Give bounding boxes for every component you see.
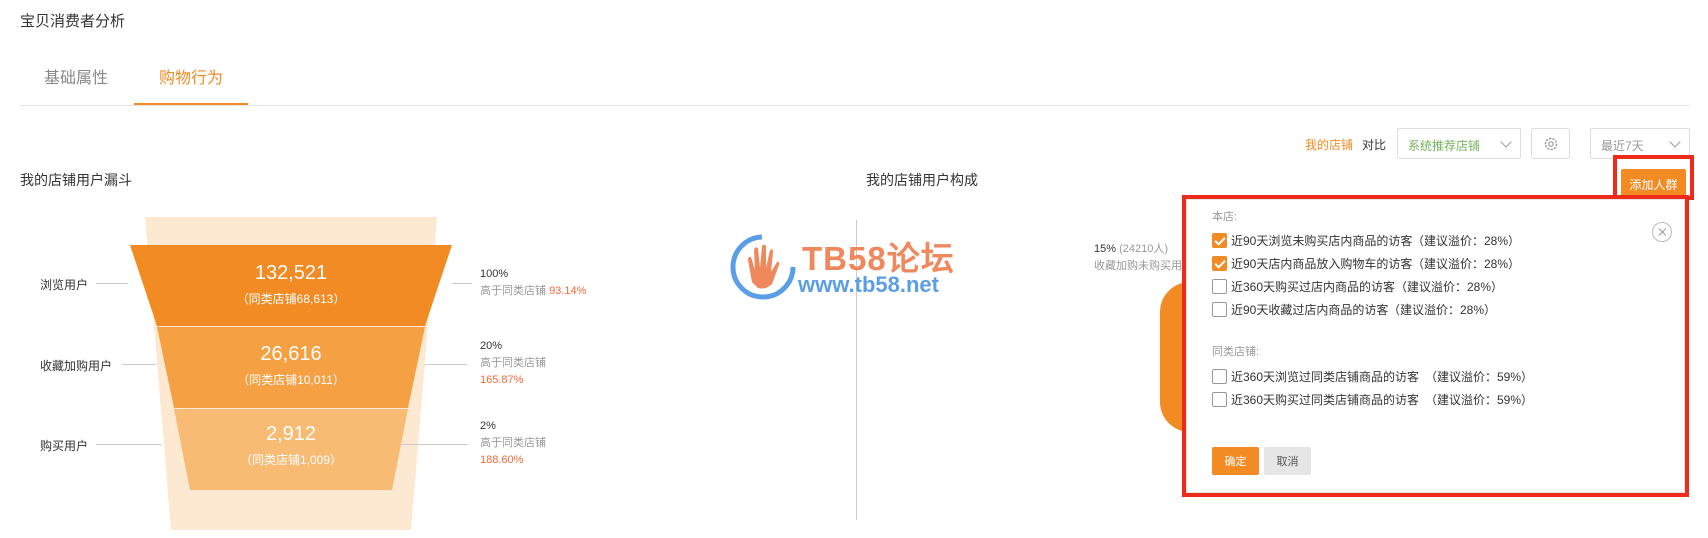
compare-vs-label: 对比 [1362,138,1387,152]
hand-logo-icon [730,234,796,300]
option-label: 近360天购买过同类店铺商品的访客 [1231,392,1420,407]
stage-purchase-connector [96,444,162,445]
gear-icon [1544,137,1557,150]
checkbox[interactable] [1212,391,1227,407]
composition-stat-pct: 15% [1094,243,1117,255]
checkbox[interactable] [1212,301,1227,317]
checkbox[interactable] [1212,232,1227,248]
funnel-stage-browse [130,245,452,326]
option-premium: （建议溢价：28%） [1395,280,1504,294]
metric-purchase-rate: 2% [480,420,496,432]
watermark: TB58论坛 www.tb58.net [728,232,988,302]
metric-collect-rate: 20% [480,340,503,352]
composition-axis-line [856,220,857,520]
metric-collect-connector [425,364,467,365]
composition-stat-label: 收藏加购未购买用 [1094,260,1182,272]
settings-button[interactable] [1531,128,1570,159]
composition-stat: 15% (24210人) 收藏加购未购买用 [1094,241,1182,275]
period-select[interactable]: 最近7天 [1590,128,1690,159]
metric-collect: 20% 高于同类店铺 165.87% [480,338,546,389]
chevron-down-icon [1669,136,1681,148]
option-label: 近360天浏览过同类店铺商品的访客 [1231,369,1420,384]
metric-browse-connector [452,283,472,284]
active-tab-indicator [134,103,248,105]
option-premium: （建议溢价：28%） [1412,234,1521,248]
tab-basic-attributes[interactable]: 基础属性 [44,64,108,88]
metric-purchase: 2% 高于同类店铺 188.60% [480,418,546,469]
add-audience-popup: 本店: 近90天浏览未购买店内商品的访客 （建议溢价：28%） 近90天店内商品… [1186,199,1685,493]
own-store-heading: 本店: [1212,211,1238,223]
option-premium: （建议溢价：59%） [1425,370,1534,384]
stage-browse-label: 浏览用户 [40,278,89,292]
stage-collect-value: 26,616 [260,343,322,365]
stage-browse-peer: （同类店铺68,613） [236,292,346,306]
metric-purchase-connector [400,444,468,445]
chevron-down-icon [1500,136,1512,148]
checkbox[interactable] [1212,255,1227,271]
option-premium: （建议溢价：28%） [1388,303,1497,317]
tab-shopping-behavior[interactable]: 购物行为 [159,64,223,88]
option-label: 近360天购买过店内商品的访客 [1231,279,1396,294]
own-store-option[interactable]: 近90天浏览未购买店内商品的访客 [1212,232,1412,248]
confirm-button[interactable]: 确定 [1212,447,1259,475]
stage-purchase-peer: （同类店铺1,009） [239,453,343,467]
checkbox[interactable] [1212,368,1227,384]
own-store-option[interactable]: 近360天购买过店内商品的访客 [1212,278,1395,294]
compare-store-select-value: 系统推荐店铺 [1408,139,1481,153]
funnel-title: 我的店铺用户漏斗 [20,172,132,188]
funnel-background [145,217,437,530]
page-title: 宝贝消费者分析 [20,13,126,30]
metric-purchase-pct: 188.60% [480,454,524,466]
checkbox[interactable] [1212,278,1227,294]
metric-browse-compare: 高于同类店铺 [480,285,546,297]
funnel-stage-collect [157,327,425,408]
own-store-option[interactable]: 近90天店内商品放入购物车的访客 [1212,255,1412,271]
peer-store-heading: 同类店铺: [1212,346,1260,358]
option-label: 近90天收藏过店内商品的访客 [1231,302,1389,317]
watermark-text: TB58论坛 [802,240,955,277]
stage-purchase-value: 2,912 [265,423,317,445]
period-select-value: 最近7天 [1601,139,1644,153]
metric-browse: 100% 高于同类店铺 93.14% [480,266,586,300]
peer-store-option[interactable]: 近360天购买过同类店铺商品的访客 [1212,391,1419,407]
metric-browse-rate: 100% [480,268,509,280]
funnel-stage-purchase [174,409,408,490]
stage-purchase-label: 购买用户 [40,439,89,453]
tab-bar: 基础属性 购物行为 [20,58,1690,106]
stage-collect-peer: （同类店铺10,011） [237,373,345,387]
compare-store-select[interactable]: 系统推荐店铺 [1397,128,1521,159]
close-icon[interactable] [1652,222,1672,242]
watermark-url: www.tb58.net [798,272,939,297]
composition-title: 我的店铺用户构成 [866,172,978,188]
option-premium: （建议溢价：59%） [1425,393,1534,407]
metric-collect-compare: 高于同类店铺 [480,357,546,369]
stage-collect-label: 收藏加购用户 [40,359,113,373]
stage-browse-connector [96,283,128,284]
metric-purchase-compare: 高于同类店铺 [480,437,546,449]
own-store-option[interactable]: 近90天收藏过店内商品的访客 [1212,301,1388,317]
cancel-button[interactable]: 取消 [1264,447,1311,475]
peer-store-option[interactable]: 近360天浏览过同类店铺商品的访客 [1212,368,1419,384]
stage-browse-value: 132,521 [254,262,328,284]
option-premium: （建议溢价：28%） [1412,257,1521,271]
metric-collect-pct: 165.87% [480,374,524,386]
option-label: 近90天浏览未购买店内商品的访客 [1231,233,1413,248]
option-label: 近90天店内商品放入购物车的访客 [1231,256,1413,271]
my-store-label: 我的店铺 [1305,138,1354,152]
add-audience-button[interactable]: 添加人群 [1621,169,1686,200]
composition-stat-count: (24210人) [1119,243,1169,255]
metric-browse-pct: 93.14% [549,285,587,297]
stage-collect-connector [122,364,156,365]
